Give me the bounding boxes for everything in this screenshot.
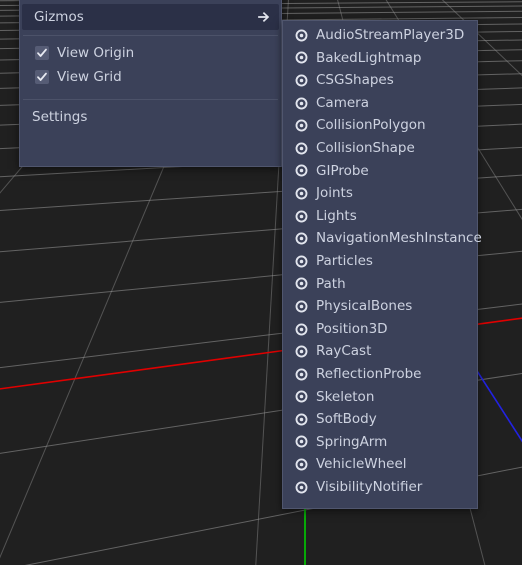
gizmo-item-label: ReflectionProbe: [316, 365, 422, 382]
gizmo-item[interactable]: VisibilityNotifier: [283, 476, 477, 499]
view-origin-checkbox[interactable]: [35, 46, 49, 60]
visibility-eye-icon: [295, 142, 308, 155]
gizmo-item-label: VisibilityNotifier: [316, 478, 423, 495]
gizmo-item[interactable]: CollisionPolygon: [283, 114, 477, 137]
gizmo-item-label: Path: [316, 275, 346, 292]
menu-item-settings[interactable]: Settings: [20, 105, 281, 129]
visibility-eye-icon: [295, 29, 308, 42]
visibility-eye-icon: [295, 390, 308, 403]
view-grid-checkbox[interactable]: [35, 70, 49, 84]
visibility-eye-icon: [295, 368, 308, 381]
gizmo-item-label: Particles: [316, 252, 373, 269]
gizmo-item-label: Position3D: [316, 320, 388, 337]
gizmo-item[interactable]: SoftBody: [283, 408, 477, 431]
gizmo-item-label: PhysicalBones: [316, 298, 413, 315]
gizmo-item[interactable]: CSGShapes: [283, 69, 477, 92]
gizmo-item[interactable]: SpringArm: [283, 431, 477, 454]
menu-item-view-origin[interactable]: View Origin: [20, 41, 281, 65]
app-root: Gizmos View Origin View Grid Settings Au…: [0, 0, 522, 565]
check-icon: [37, 48, 47, 57]
gizmo-item[interactable]: Lights: [283, 205, 477, 228]
visibility-eye-icon: [295, 481, 308, 494]
menu-item-gizmos-label: Gizmos: [34, 9, 84, 25]
visibility-eye-icon: [295, 345, 308, 358]
check-icon: [37, 72, 47, 81]
visibility-eye-icon: [295, 187, 308, 200]
gizmo-item[interactable]: RayCast: [283, 340, 477, 363]
gizmo-item[interactable]: VehicleWheel: [283, 453, 477, 476]
visibility-eye-icon: [295, 210, 308, 222]
visibility-eye-icon: [295, 413, 308, 426]
gizmo-item-label: Lights: [316, 207, 357, 224]
arrow-right-icon: [258, 11, 270, 23]
gizmo-item[interactable]: Position3D: [283, 318, 477, 341]
gizmo-item[interactable]: Particles: [283, 250, 477, 273]
menu-item-view-grid[interactable]: View Grid: [20, 65, 281, 89]
gizmo-item[interactable]: Joints: [283, 182, 477, 205]
visibility-eye-icon: [295, 119, 308, 132]
gizmo-item-label: Camera: [316, 94, 369, 111]
gizmo-item-label: Skeleton: [316, 388, 375, 405]
visibility-eye-icon: [295, 436, 308, 448]
visibility-eye-icon: [295, 323, 308, 335]
visibility-eye-icon: [295, 300, 308, 313]
visibility-eye-icon: [295, 164, 308, 177]
gizmo-item[interactable]: AudioStreamPlayer3D: [283, 24, 477, 47]
gizmo-item[interactable]: PhysicalBones: [283, 295, 477, 318]
menu-separator-2: [23, 99, 278, 100]
menu-item-view-grid-label: View Grid: [57, 69, 122, 85]
visibility-eye-icon: [295, 97, 308, 110]
gizmo-item-label: CollisionShape: [316, 139, 415, 156]
gizmo-item[interactable]: NavigationMeshInstance: [283, 227, 482, 250]
gizmo-item-label: SoftBody: [316, 411, 377, 428]
gizmo-item-label: NavigationMeshInstance: [316, 230, 482, 247]
gizmo-item[interactable]: Path: [283, 273, 477, 296]
gizmo-item-label: CollisionPolygon: [316, 117, 426, 134]
menu-item-settings-label: Settings: [32, 109, 88, 125]
gizmo-item-label: Joints: [316, 185, 353, 202]
gizmo-item-label: GIProbe: [316, 162, 369, 179]
visibility-eye-icon: [295, 232, 308, 245]
gizmo-item-label: CSGShapes: [316, 72, 394, 89]
gizmo-item[interactable]: Camera: [283, 92, 477, 115]
gizmo-item[interactable]: BakedLightmap: [283, 47, 477, 70]
gizmo-item-label: RayCast: [316, 343, 372, 360]
gizmo-item-label: AudioStreamPlayer3D: [316, 27, 465, 43]
visibility-eye-icon: [295, 277, 308, 290]
gizmo-item[interactable]: Skeleton: [283, 386, 477, 409]
gizmos-submenu-popup[interactable]: AudioStreamPlayer3D BakedLightmap CSGShape…: [282, 20, 482, 509]
visibility-eye-icon: [295, 74, 308, 87]
gizmos-list: AudioStreamPlayer3D BakedLightmap CSGShape…: [283, 24, 482, 499]
gizmo-item[interactable]: ReflectionProbe: [283, 363, 477, 386]
gizmo-item[interactable]: GIProbe: [283, 160, 477, 183]
visibility-eye-icon: [295, 458, 308, 471]
menu-item-gizmos[interactable]: Gizmos: [22, 4, 279, 30]
visibility-eye-icon: [295, 255, 308, 268]
view-menu-popup[interactable]: Gizmos View Origin View Grid Settings: [19, 0, 282, 167]
menu-item-view-origin-label: View Origin: [57, 45, 135, 61]
visibility-eye-icon: [295, 51, 308, 64]
gizmo-item[interactable]: CollisionShape: [283, 137, 477, 160]
gizmo-item-label: VehicleWheel: [316, 456, 407, 473]
menu-separator-1: [23, 35, 278, 36]
gizmo-item-label: BakedLightmap: [316, 49, 422, 66]
gizmo-item-label: SpringArm: [316, 433, 388, 450]
